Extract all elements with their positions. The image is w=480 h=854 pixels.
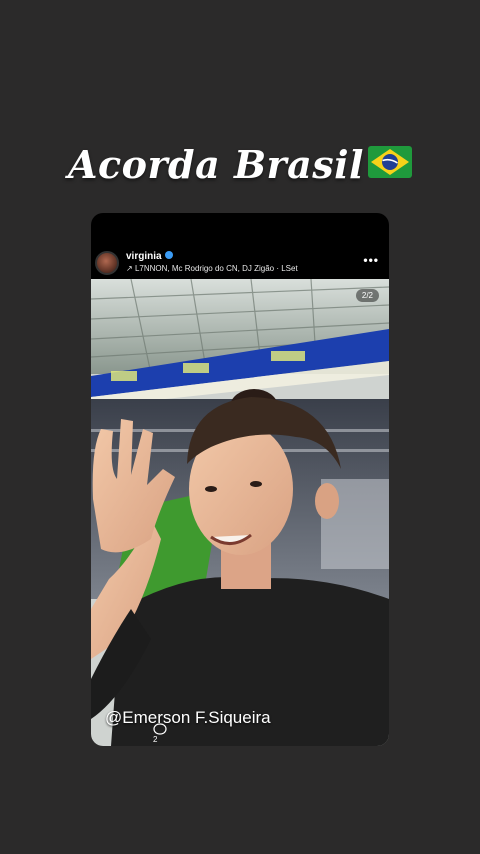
music-text: L7NNON, Mc Rodrigo do CN, DJ Zigão · LSe… [134, 264, 298, 273]
post-photo: 2/2 @Emerson F.Siqueira 2 [91, 279, 389, 746]
username-label: virginia [126, 251, 162, 262]
shared-post-card[interactable]: virginia ↗ L7NNON, Mc Rodrigo do CN, DJ … [91, 213, 389, 746]
story-caption: Acorda Brasil [0, 142, 480, 191]
caption-text: Acorda Brasil [68, 142, 364, 187]
music-line[interactable]: ↗ L7NNON, Mc Rodrigo do CN, DJ Zigão · L… [126, 264, 298, 273]
brazil-flag-icon [367, 142, 412, 187]
page-counter: 2/2 [355, 289, 379, 302]
music-arrow-icon: ↗ [126, 264, 133, 273]
post-header: virginia ↗ L7NNON, Mc Rodrigo do CN, DJ … [91, 249, 389, 279]
credit-text: @Emerson F.Siqueira [105, 708, 271, 727]
more-options-icon[interactable]: ••• [363, 253, 379, 267]
comment-count: 2 [153, 735, 158, 744]
username[interactable]: virginia [126, 251, 173, 262]
verified-badge-icon [164, 251, 173, 259]
avatar[interactable] [95, 251, 119, 275]
comment-icon[interactable]: 2 [153, 723, 167, 744]
